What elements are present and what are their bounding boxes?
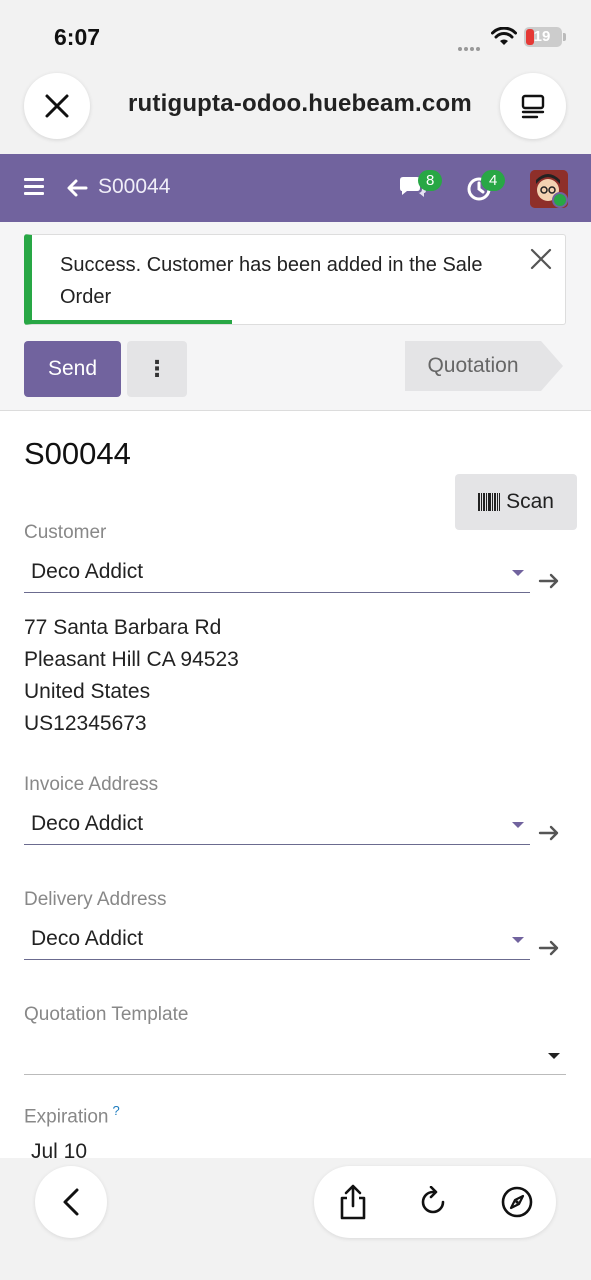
- delivery-address-label: Delivery Address: [24, 889, 167, 910]
- invoice-address-label: Invoice Address: [24, 774, 159, 795]
- customer-dropdown-icon[interactable]: [512, 570, 524, 576]
- quotation-template-dropdown-icon[interactable]: [548, 1053, 560, 1059]
- share-icon: [340, 1184, 366, 1220]
- expiration-label-row: Expiration?: [24, 1103, 120, 1128]
- delivery-address-field[interactable]: Deco Addict: [24, 922, 530, 960]
- scan-button[interactable]: Scan: [455, 474, 577, 530]
- status-time: 6:07: [54, 24, 101, 50]
- reload-icon: [421, 1186, 445, 1214]
- delivery-address-value: Deco Addict: [31, 927, 144, 950]
- tabs-icon: [521, 94, 545, 119]
- invoice-address-field[interactable]: Deco Addict: [24, 807, 530, 845]
- delivery-address-dropdown-icon[interactable]: [512, 937, 524, 943]
- control-panel: Success. Customer has been added in the …: [0, 222, 591, 411]
- customer-internal-link-icon[interactable]: [538, 572, 560, 590]
- compass-button[interactable]: [499, 1184, 535, 1220]
- user-avatar[interactable]: [530, 170, 568, 208]
- close-tab-button[interactable]: [24, 73, 90, 139]
- reload-button[interactable]: [415, 1184, 451, 1220]
- form-page: Success. Customer has been added in the …: [0, 222, 591, 1158]
- expiration-value[interactable]: Jul 10: [31, 1140, 87, 1158]
- odoo-navbar: S00044 8 4: [0, 154, 591, 222]
- expiration-label: Expiration: [24, 1106, 109, 1128]
- customer-label: Customer: [24, 522, 107, 543]
- help-tooltip-icon[interactable]: ?: [113, 1103, 120, 1118]
- browser-actions-group: [314, 1166, 556, 1238]
- back-arrow-icon[interactable]: [66, 177, 88, 199]
- status-bar: 6:07 19: [0, 0, 591, 70]
- close-icon: [45, 94, 69, 118]
- share-button[interactable]: [335, 1184, 371, 1220]
- invoice-address-value: Deco Addict: [31, 812, 144, 835]
- tab-overview-button[interactable]: [500, 73, 566, 139]
- invoice-address-dropdown-icon[interactable]: [512, 822, 524, 828]
- customer-field[interactable]: Deco Addict: [24, 555, 530, 593]
- status-stage-quotation[interactable]: Quotation: [405, 341, 563, 391]
- browser-bottom-toolbar: [0, 1158, 591, 1280]
- close-notification-icon[interactable]: [529, 247, 553, 271]
- battery-level: 19: [533, 28, 551, 45]
- scan-label: Scan: [506, 490, 554, 513]
- chevron-left-icon: [63, 1188, 79, 1216]
- online-status-dot: [552, 192, 568, 208]
- order-name: S00044: [24, 436, 131, 471]
- quotation-template-label: Quotation Template: [24, 1004, 189, 1025]
- url-text[interactable]: rutigupta-odoo.huebeam.com: [128, 90, 472, 118]
- quotation-template-field[interactable]: [24, 1037, 566, 1075]
- signal-icon: [458, 38, 486, 51]
- delivery-address-internal-link-icon[interactable]: [538, 939, 560, 957]
- address-line-vat: US12345673: [24, 712, 147, 735]
- browser-url-bar: rutigupta-odoo.huebeam.com: [0, 70, 591, 154]
- address-line-city: Pleasant Hill CA 94523: [24, 648, 239, 671]
- stage-label: Quotation: [405, 341, 541, 391]
- address-line-street: 77 Santa Barbara Rd: [24, 616, 222, 639]
- messages-badge: 8: [418, 170, 443, 191]
- notification-progress-bar: [32, 320, 232, 324]
- stage-arrow: [541, 341, 563, 391]
- notification-message: Success. Customer has been added in the …: [60, 254, 483, 308]
- customer-value: Deco Addict: [31, 560, 144, 583]
- more-actions-button[interactable]: ⋮: [127, 341, 187, 397]
- customer-address: 77 Santa Barbara Rd Pleasant Hill CA 945…: [24, 612, 239, 740]
- activities-badge: 4: [481, 170, 506, 191]
- success-notification: Success. Customer has been added in the …: [24, 234, 566, 325]
- hamburger-menu-icon[interactable]: [24, 178, 44, 196]
- send-button[interactable]: Send: [24, 341, 121, 397]
- battery-icon: 19: [524, 27, 566, 47]
- breadcrumb-title[interactable]: S00044: [98, 175, 170, 199]
- address-line-country: United States: [24, 680, 151, 703]
- barcode-icon: [478, 493, 501, 511]
- invoice-address-internal-link-icon[interactable]: [538, 824, 560, 842]
- browser-back-button[interactable]: [35, 1166, 107, 1238]
- wifi-icon: [491, 27, 517, 45]
- compass-icon: [501, 1186, 533, 1218]
